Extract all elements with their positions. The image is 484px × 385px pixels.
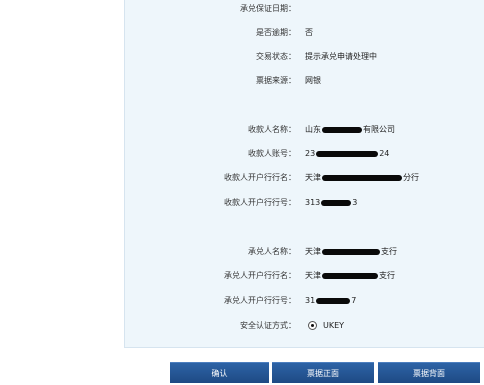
value-trade-status: 提示承兑申请处理中 [305,52,377,61]
payee-bank-name-suffix: 分行 [403,173,419,182]
value-payee-name: 山东 有限公司 [305,124,395,136]
acceptor-bank-code-prefix: 31 [305,296,316,305]
payee-account-prefix: 23 [305,149,316,158]
redaction-mark [322,174,402,181]
label-payee-name: 收款人名称： [248,125,296,134]
value-payee-bank-name: 天津 分行 [305,172,419,184]
row-acceptor-name: 承兑人名称： 天津 支行 [124,246,424,258]
label-acceptor-name: 承兑人名称： [248,247,296,256]
value-acceptor-name: 天津 支行 [305,246,397,258]
label-payee-bank-code: 收款人开户行行号： [224,198,296,207]
row-bill-source: 票据来源： 网银 [124,75,424,87]
payee-bank-code-suffix: 3 [352,198,358,207]
label-auth-method: 安全认证方式： [240,321,296,330]
row-payee-bank-code: 收款人开户行行号： 313 3 [124,197,424,209]
value-payee-account: 23 24 [305,148,389,160]
payee-bank-name-prefix: 天津 [305,173,321,182]
row-acceptor-bank-name: 承兑人开户行行名： 天津 支行 [124,270,424,282]
row-payee-name: 收款人名称： 山东 有限公司 [124,124,424,136]
redaction-mark [316,297,351,304]
row-accept-guarantee-date: 承兑保证日期： [124,3,424,15]
label-acceptor-bank-name: 承兑人开户行行名： [224,271,296,280]
bill-back-button[interactable]: 票据背面 [378,362,480,383]
label-payee-account: 收款人账号： [248,149,296,158]
value-bill-source: 网银 [305,76,321,85]
row-trade-status: 交易状态： 提示承兑申请处理中 [124,51,424,63]
row-payee-bank-name: 收款人开户行行名： 天津 分行 [124,172,424,184]
payee-name-prefix: 山东 [305,125,321,134]
acceptor-bank-name-prefix: 天津 [305,271,321,280]
row-acceptor-bank-code: 承兑人开户行行号： 31 7 [124,295,424,307]
redaction-mark [321,199,352,206]
value-acceptor-bank-name: 天津 支行 [305,270,395,282]
redaction-mark [322,248,380,255]
row-overdue: 是否逾期： 否 [124,27,424,39]
value-overdue: 否 [305,28,313,37]
label-bill-source: 票据来源： [256,76,296,85]
row-auth-method: 安全认证方式： UKEY [124,320,424,332]
acceptor-name-prefix: 天津 [305,247,321,256]
value-payee-bank-code: 313 3 [305,197,357,209]
label-acceptor-bank-code: 承兑人开户行行号： [224,296,296,305]
payee-account-suffix: 24 [379,149,390,158]
acceptor-bank-name-suffix: 支行 [379,271,395,280]
payee-name-suffix: 有限公司 [363,125,395,134]
value-acceptor-bank-code: 31 7 [305,295,356,307]
label-payee-bank-name: 收款人开户行行名： [224,173,296,182]
bill-front-button[interactable]: 票据正面 [272,362,374,383]
acceptor-bank-code-suffix: 7 [351,296,357,305]
payee-bank-code-prefix: 313 [305,198,321,207]
auth-method-value: UKEY [323,321,345,330]
row-payee-account: 收款人账号： 23 24 [124,148,424,160]
label-accept-guarantee-date: 承兑保证日期： [240,4,296,13]
redaction-mark [316,150,379,157]
label-overdue: 是否逾期： [256,28,296,37]
redaction-mark [322,272,378,279]
label-trade-status: 交易状态： [256,52,296,61]
acceptor-name-suffix: 支行 [381,247,397,256]
confirm-button[interactable]: 确认 [170,362,269,383]
redaction-mark [322,126,362,133]
radio-selected-icon[interactable] [308,321,317,330]
auth-method-option[interactable]: UKEY [308,320,344,332]
